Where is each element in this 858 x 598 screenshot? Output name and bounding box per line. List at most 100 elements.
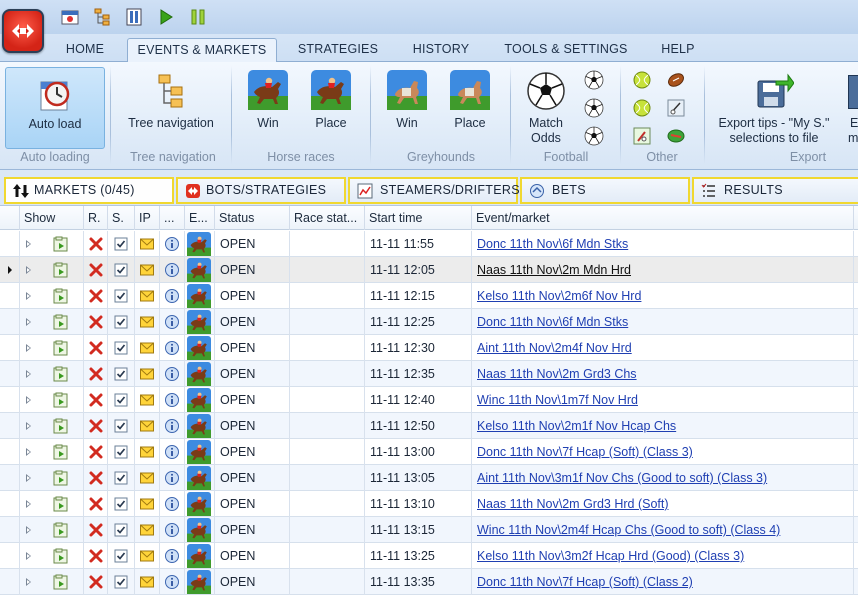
event-market-link[interactable]: Winc 11th Nov\1m7f Nov Hrd [477, 393, 638, 407]
show-market-icon[interactable] [53, 262, 69, 278]
calendar-icon[interactable] [60, 7, 80, 27]
table-row[interactable]: OPEN 11-11 13:35 Donc 11th Nov\7f Hcap (So… [0, 569, 858, 595]
info-icon[interactable] [164, 522, 180, 538]
select-checkbox[interactable] [113, 418, 129, 434]
select-checkbox[interactable] [113, 496, 129, 512]
table-row[interactable]: OPEN 11-11 12:05 Naas 11th Nov\2m Mdn Hrd [0, 257, 858, 283]
header-start-time[interactable]: Start time [365, 206, 472, 230]
info-icon[interactable] [164, 496, 180, 512]
header-race-status[interactable]: Race stat... [290, 206, 365, 230]
envelope-check-icon[interactable] [139, 236, 155, 252]
select-checkbox[interactable] [113, 548, 129, 564]
expand-arrow-icon[interactable] [26, 370, 31, 378]
american-football-icon[interactable] [666, 70, 686, 90]
info-icon[interactable] [164, 574, 180, 590]
table-row[interactable]: OPEN 11-11 13:25 Kelso 11th Nov\3m2f Hcap … [0, 543, 858, 569]
table-row[interactable]: OPEN 11-11 13:00 Donc 11th Nov\7f Hcap (So… [0, 439, 858, 465]
info-icon[interactable] [164, 548, 180, 564]
header-e[interactable]: E... [185, 206, 215, 230]
expand-arrow-icon[interactable] [26, 578, 31, 586]
show-market-icon[interactable] [53, 470, 69, 486]
show-market-icon[interactable] [53, 288, 69, 304]
golf-icon[interactable] [632, 126, 652, 146]
expand-arrow-icon[interactable] [26, 448, 31, 456]
envelope-check-icon[interactable] [139, 392, 155, 408]
table-row[interactable]: OPEN 11-11 12:50 Kelso 11th Nov\2m1f Nov H… [0, 413, 858, 439]
expand-arrow-icon[interactable] [26, 396, 31, 404]
show-market-icon[interactable] [53, 392, 69, 408]
table-row[interactable]: OPEN 11-11 12:15 Kelso 11th Nov\2m6f Nov H… [0, 283, 858, 309]
envelope-check-icon[interactable] [139, 340, 155, 356]
show-market-icon[interactable] [53, 314, 69, 330]
columns-icon[interactable] [124, 7, 144, 27]
info-icon[interactable] [164, 288, 180, 304]
expand-arrow-icon[interactable] [26, 474, 31, 482]
tab-bets[interactable]: BETS [520, 177, 690, 204]
event-market-link[interactable]: Donc 11th Nov\7f Hcap (Soft) (Class 3) [477, 445, 693, 459]
tennis-ball-icon[interactable] [632, 98, 652, 118]
app-logo[interactable] [2, 9, 44, 53]
show-market-icon[interactable] [53, 340, 69, 356]
table-row[interactable]: OPEN 11-11 12:35 Naas 11th Nov\2m Grd3 Chs [0, 361, 858, 387]
pause-icon[interactable] [188, 7, 208, 27]
event-market-link[interactable]: Kelso 11th Nov\3m2f Hcap Hrd (Good) (Cla… [477, 549, 744, 563]
export-tips-button[interactable]: Export tips - "My S." selections to file [712, 67, 836, 149]
remove-x-icon[interactable] [88, 262, 104, 278]
table-row[interactable]: OPEN 11-11 12:25 Donc 11th Nov\6f Mdn Stks [0, 309, 858, 335]
match-odds-button[interactable]: Match Odds [520, 67, 572, 149]
table-row[interactable]: OPEN 11-11 13:05 Aint 11th Nov\3m1f Nov Ch… [0, 465, 858, 491]
football-icon[interactable] [584, 98, 604, 118]
football-icon[interactable] [584, 70, 604, 90]
football-icon[interactable] [584, 126, 604, 146]
golf-icon[interactable] [666, 98, 686, 118]
tree-icon[interactable] [92, 7, 112, 27]
event-market-link[interactable]: Aint 11th Nov\2m4f Nov Hrd [477, 341, 632, 355]
expand-arrow-icon[interactable] [26, 344, 31, 352]
header-show[interactable]: Show [20, 206, 84, 230]
horse-win-button[interactable]: Win [242, 67, 294, 149]
show-market-icon[interactable] [53, 574, 69, 590]
export-extra-button[interactable]: E m [842, 67, 858, 149]
envelope-check-icon[interactable] [139, 366, 155, 382]
select-checkbox[interactable] [113, 366, 129, 382]
info-icon[interactable] [164, 444, 180, 460]
tennis-ball-icon[interactable] [632, 70, 652, 90]
select-checkbox[interactable] [113, 574, 129, 590]
select-checkbox[interactable] [113, 314, 129, 330]
header-dots[interactable]: ... [160, 206, 185, 230]
show-market-icon[interactable] [53, 418, 69, 434]
greyhound-win-button[interactable]: Win [381, 67, 433, 149]
table-row[interactable]: OPEN 11-11 12:40 Winc 11th Nov\1m7f Nov Hr… [0, 387, 858, 413]
event-market-link[interactable]: Donc 11th Nov\6f Mdn Stks [477, 315, 628, 329]
select-checkbox[interactable] [113, 470, 129, 486]
expand-arrow-icon[interactable] [26, 552, 31, 560]
select-checkbox[interactable] [113, 288, 129, 304]
tab-history[interactable]: HISTORY [400, 38, 482, 62]
event-market-link[interactable]: Naas 11th Nov\2m Grd3 Hrd (Soft) [477, 497, 669, 511]
select-checkbox[interactable] [113, 444, 129, 460]
expand-arrow-icon[interactable] [26, 422, 31, 430]
show-market-icon[interactable] [53, 548, 69, 564]
envelope-check-icon[interactable] [139, 288, 155, 304]
remove-x-icon[interactable] [88, 236, 104, 252]
play-icon[interactable] [156, 7, 176, 27]
remove-x-icon[interactable] [88, 574, 104, 590]
remove-x-icon[interactable] [88, 288, 104, 304]
show-market-icon[interactable] [53, 496, 69, 512]
event-market-link[interactable]: Naas 11th Nov\2m Grd3 Chs [477, 367, 637, 381]
envelope-check-icon[interactable] [139, 574, 155, 590]
table-row[interactable]: OPEN 11-11 13:10 Naas 11th Nov\2m Grd3 Hrd… [0, 491, 858, 517]
header-event-market[interactable]: Event/market [472, 206, 854, 230]
remove-x-icon[interactable] [88, 340, 104, 356]
envelope-check-icon[interactable] [139, 262, 155, 278]
info-icon[interactable] [164, 392, 180, 408]
info-icon[interactable] [164, 418, 180, 434]
tab-strategies[interactable]: STRATEGIES [290, 38, 386, 62]
show-market-icon[interactable] [53, 236, 69, 252]
envelope-check-icon[interactable] [139, 314, 155, 330]
show-market-icon[interactable] [53, 366, 69, 382]
expand-arrow-icon[interactable] [26, 526, 31, 534]
greyhound-place-button[interactable]: Place [443, 67, 497, 149]
remove-x-icon[interactable] [88, 470, 104, 486]
rugby-icon[interactable] [666, 126, 686, 146]
